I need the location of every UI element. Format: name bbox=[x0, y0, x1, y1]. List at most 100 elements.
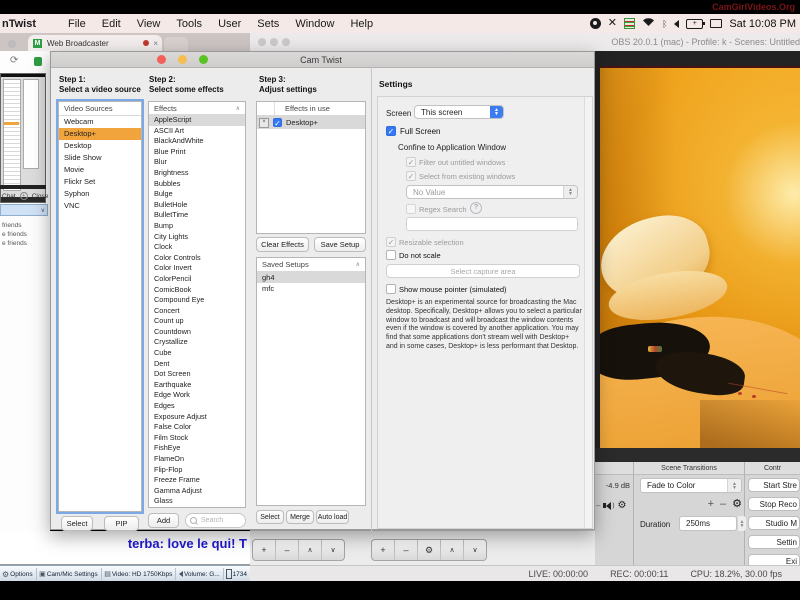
effects-list[interactable]: Effects∧ AppleScriptASCII ArtBlackAndWhi… bbox=[148, 101, 246, 508]
effect-item[interactable]: City Lights bbox=[149, 232, 245, 243]
menu-clock[interactable]: Sat 10:08 PM bbox=[729, 18, 796, 30]
merge-setup-button[interactable]: Merge bbox=[286, 510, 314, 524]
source-up-icon[interactable]: ∧ bbox=[441, 540, 464, 560]
page-dropdown[interactable]: ∨ bbox=[0, 204, 48, 216]
mixer-minus[interactable]: – bbox=[596, 501, 600, 510]
video-sources-list[interactable]: Video Sources WebcamDesktop+DesktopSlide… bbox=[58, 101, 142, 512]
control-button[interactable]: Settin bbox=[748, 535, 800, 549]
tab-close-icon[interactable]: × bbox=[153, 39, 158, 48]
remove-effect-icon[interactable]: × bbox=[259, 118, 269, 128]
effect-item[interactable]: Bubbles bbox=[149, 179, 245, 190]
effect-item[interactable]: ASCII Art bbox=[149, 126, 245, 137]
mouse-pointer-checkbox[interactable] bbox=[386, 284, 396, 294]
video-source-item[interactable]: Webcam bbox=[59, 116, 141, 128]
effect-item[interactable]: BulletTime bbox=[149, 210, 245, 221]
effect-item[interactable]: Dent bbox=[149, 359, 245, 370]
video-source-item[interactable]: Flickr Set bbox=[59, 176, 141, 188]
flash-item[interactable]: Volume: G... bbox=[184, 571, 220, 578]
menu-item[interactable]: Edit bbox=[102, 18, 121, 30]
grab-menu-icon[interactable]: ✕ bbox=[608, 18, 617, 29]
page-close-label[interactable]: Close bbox=[32, 193, 49, 200]
effect-item[interactable]: Brightness bbox=[149, 168, 245, 179]
menu-item[interactable]: Sets bbox=[257, 18, 279, 30]
select-setup-button[interactable]: Select bbox=[256, 510, 284, 524]
scene-remove-icon[interactable]: – bbox=[276, 540, 299, 560]
regex-help-icon[interactable]: ? bbox=[470, 202, 482, 214]
scene-add-icon[interactable]: + bbox=[253, 540, 276, 560]
effect-item[interactable]: Film Stock bbox=[149, 433, 245, 444]
camtwist-minimize-button[interactable] bbox=[178, 55, 187, 64]
effect-item[interactable]: FlameOn bbox=[149, 454, 245, 465]
saved-setup-item[interactable]: gh4 bbox=[257, 272, 365, 283]
video-source-item[interactable]: Syphon bbox=[59, 188, 141, 200]
obs-zoom-button[interactable] bbox=[282, 38, 290, 46]
menu-item[interactable]: Tools bbox=[176, 18, 202, 30]
app-menu-title[interactable]: nTwist bbox=[2, 18, 36, 30]
select-source-button[interactable]: Select bbox=[61, 516, 93, 531]
camtwist-close-button[interactable] bbox=[157, 55, 166, 64]
transition-gear-icon[interactable]: ⚙ bbox=[732, 497, 742, 510]
effect-item[interactable]: Clock bbox=[149, 242, 245, 253]
full-screen-checkbox[interactable] bbox=[386, 126, 396, 136]
effect-item[interactable]: Gamma Adjust bbox=[149, 486, 245, 497]
effect-enabled-checkbox[interactable] bbox=[273, 118, 282, 127]
scene-down-icon[interactable]: ∨ bbox=[322, 540, 344, 560]
effect-item[interactable]: Blue Print bbox=[149, 147, 245, 158]
effect-item[interactable]: Edges bbox=[149, 401, 245, 412]
video-preview[interactable] bbox=[600, 68, 800, 448]
friend-line[interactable]: e friends bbox=[2, 239, 50, 248]
effect-item[interactable]: Earthquake bbox=[149, 380, 245, 391]
control-button[interactable]: Stop Reco bbox=[748, 497, 800, 511]
noscale-checkbox[interactable] bbox=[386, 250, 396, 260]
display-menu-icon[interactable] bbox=[710, 19, 722, 28]
clear-effects-button[interactable]: Clear Effects bbox=[256, 237, 309, 252]
flash-item[interactable]: Options bbox=[10, 571, 32, 578]
flash-item[interactable]: Video: HD 1750Kbps bbox=[112, 571, 173, 578]
camtwist-menu-icon[interactable] bbox=[590, 18, 601, 29]
saved-setups-list[interactable]: Saved Setups∧ gh4mfc bbox=[256, 257, 366, 506]
control-button[interactable]: Studio M bbox=[748, 516, 800, 530]
page-add-icon[interactable]: + bbox=[20, 192, 28, 200]
duration-arrows[interactable]: ▲▼ bbox=[737, 516, 746, 531]
save-setup-button[interactable]: Save Setup bbox=[314, 237, 366, 252]
menu-item[interactable]: File bbox=[68, 18, 86, 30]
effect-item[interactable]: Compound Eye bbox=[149, 295, 245, 306]
transition-remove-icon[interactable]: – bbox=[720, 498, 726, 510]
video-source-item[interactable]: Slide Show bbox=[59, 152, 141, 164]
effect-item[interactable]: Flip-Flop bbox=[149, 465, 245, 476]
effects-collapse-icon[interactable]: ∧ bbox=[236, 105, 240, 112]
settings-scrollbar[interactable] bbox=[584, 97, 592, 528]
menu-item[interactable]: Help bbox=[350, 18, 373, 30]
effects-search-field[interactable]: Search bbox=[185, 513, 246, 528]
obs-minimize-button[interactable] bbox=[270, 38, 278, 46]
scene-up-icon[interactable]: ∧ bbox=[299, 540, 322, 560]
source-remove-icon[interactable]: – bbox=[395, 540, 418, 560]
effect-item[interactable]: Dot Screen bbox=[149, 369, 245, 380]
effect-item[interactable]: BlackAndWhite bbox=[149, 136, 245, 147]
flash-item[interactable]: 1734 bbox=[233, 571, 247, 578]
effect-item[interactable]: Bump bbox=[149, 221, 245, 232]
effect-item[interactable]: ColorPencil bbox=[149, 274, 245, 285]
effect-item[interactable]: Blur bbox=[149, 157, 245, 168]
effect-item[interactable]: Glass bbox=[149, 496, 245, 507]
camtwist-zoom-button[interactable] bbox=[199, 55, 208, 64]
transition-select[interactable]: Fade to Color ▲▼ bbox=[640, 478, 742, 493]
control-button[interactable]: Start Stre bbox=[748, 478, 800, 492]
effect-item[interactable]: Bulge bbox=[149, 189, 245, 200]
obs-titlebar[interactable]: OBS 20.0.1 (mac) - Profile: k - Scenes: … bbox=[250, 33, 800, 52]
effect-item[interactable]: Color Controls bbox=[149, 253, 245, 264]
effect-item[interactable]: BulletHole bbox=[149, 200, 245, 211]
effect-item[interactable]: Concert bbox=[149, 306, 245, 317]
saved-setups-collapse-icon[interactable]: ∧ bbox=[356, 261, 360, 268]
page-chat-label[interactable]: Chat bbox=[2, 193, 16, 200]
menu-item[interactable]: View bbox=[137, 18, 161, 30]
effect-item[interactable]: Color Invert bbox=[149, 263, 245, 274]
effect-item[interactable]: Edge Work bbox=[149, 390, 245, 401]
screen-select[interactable]: This screen ▲▼ bbox=[414, 105, 504, 119]
menu-item[interactable]: Window bbox=[295, 18, 334, 30]
video-source-item[interactable]: Desktop+ bbox=[59, 128, 141, 140]
flash-item[interactable]: Cam/Mic Settings bbox=[47, 571, 98, 578]
friend-line[interactable]: e friends bbox=[2, 230, 50, 239]
pip-button[interactable]: PIP bbox=[104, 516, 139, 531]
effect-item[interactable]: Freeze Frame bbox=[149, 475, 245, 486]
